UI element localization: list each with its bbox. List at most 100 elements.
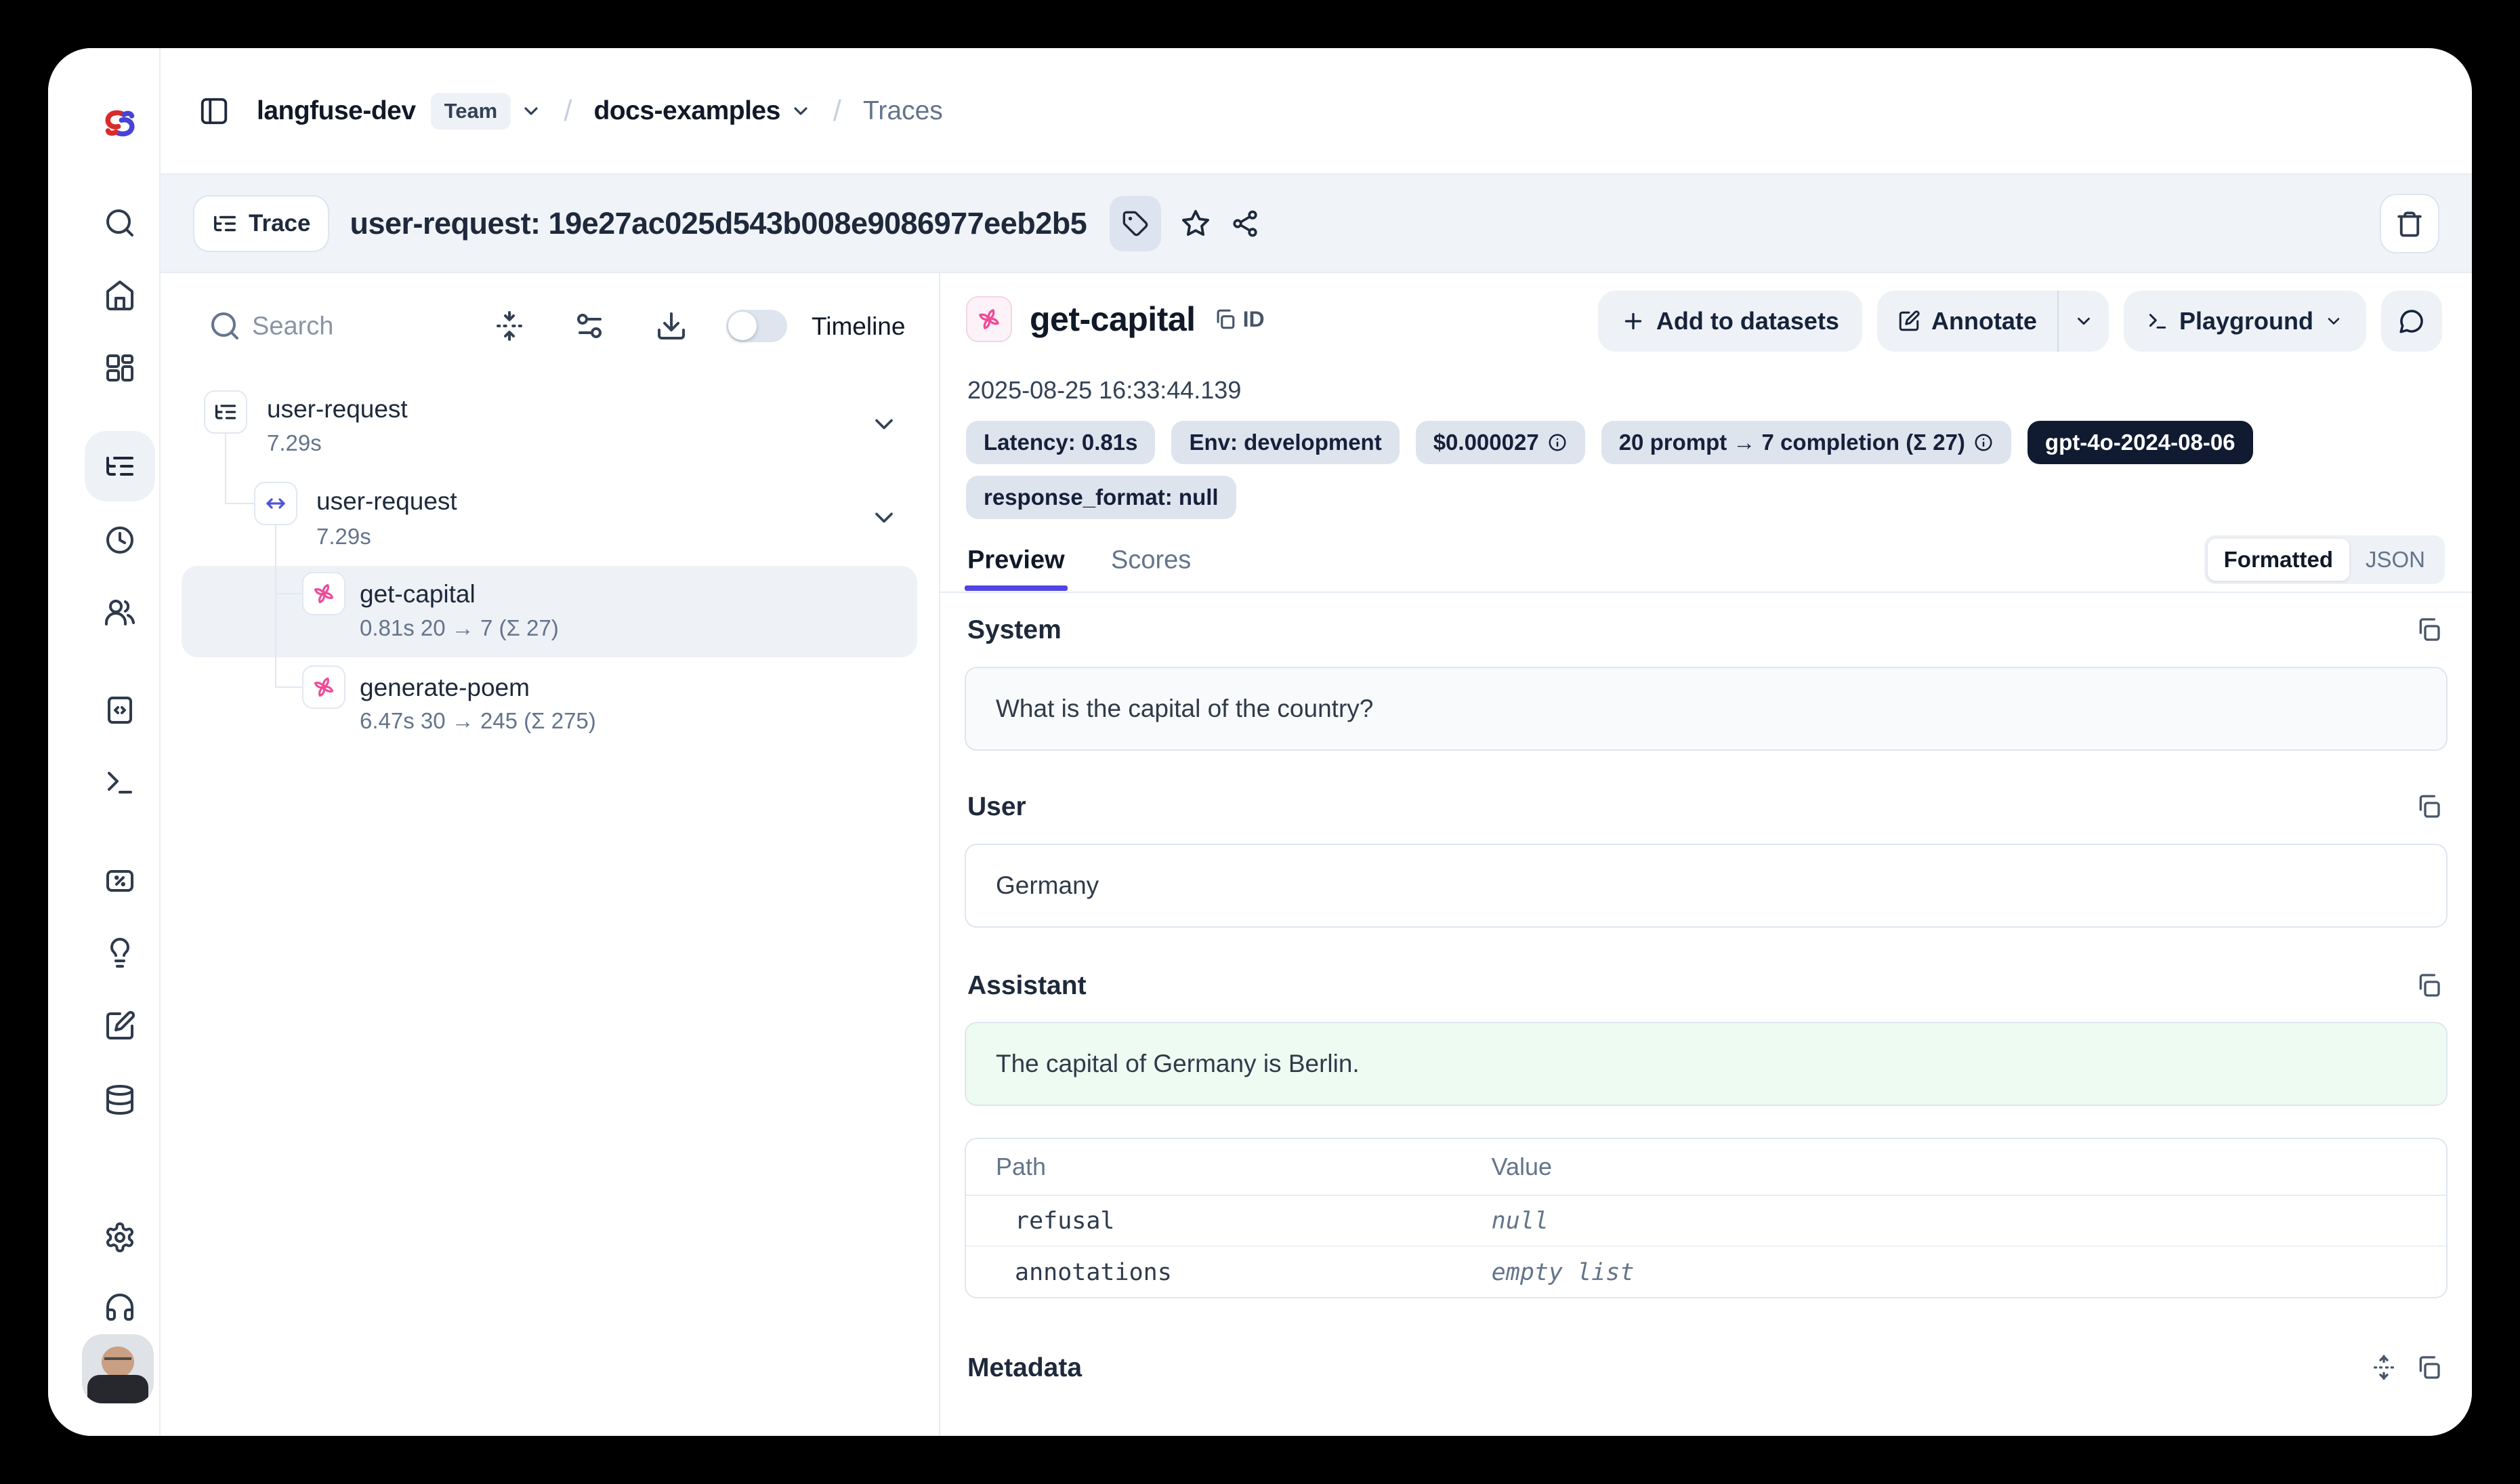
- table-header-path: Path: [966, 1153, 1492, 1181]
- copy-id-button[interactable]: ID: [1213, 307, 1265, 332]
- tree-node-label[interactable]: get-capital: [360, 580, 476, 609]
- trace-node-icon-chip[interactable]: [204, 390, 247, 434]
- observation-title-line: get-capital ID: [966, 296, 1265, 342]
- info-icon: [1547, 432, 1568, 453]
- annotation-square-pen-icon[interactable]: [104, 1010, 136, 1042]
- project-chevron-down-icon[interactable]: [790, 100, 812, 122]
- toggle-knob: [728, 312, 757, 340]
- bookmark-star-button[interactable]: [1180, 208, 1211, 239]
- delete-trace-button[interactable]: [2380, 194, 2439, 253]
- plus-icon: [1621, 309, 1645, 333]
- span-node-icon-chip[interactable]: [254, 482, 297, 525]
- format-json-option[interactable]: JSON: [2349, 539, 2441, 581]
- observation-title: get-capital: [1030, 300, 1196, 339]
- format-toggle: Formatted JSON: [2204, 535, 2445, 584]
- home-icon[interactable]: [104, 279, 136, 312]
- tabs-divider: [940, 592, 2472, 593]
- org-chevron-down-icon[interactable]: [520, 100, 542, 122]
- tree-connector: [275, 686, 302, 688]
- support-headset-icon[interactable]: [104, 1291, 136, 1323]
- download-icon[interactable]: [655, 310, 688, 342]
- trace-tree-icon: [213, 400, 238, 424]
- node-chevron-down-icon[interactable]: [869, 409, 899, 439]
- table-header-value: Value: [1492, 1153, 1552, 1181]
- share-button[interactable]: [1230, 209, 1260, 239]
- copy-assistant-icon[interactable]: [2415, 972, 2442, 999]
- org-plan-badge: Team: [431, 93, 511, 129]
- tag-button[interactable]: [1110, 196, 1161, 251]
- breadcrumb-separator: /: [833, 94, 841, 128]
- copy-system-icon[interactable]: [2415, 616, 2442, 643]
- generation-node-icon-chip[interactable]: [302, 665, 345, 709]
- tree-settings-icon[interactable]: [573, 310, 606, 342]
- org-name[interactable]: langfuse-dev: [257, 96, 416, 126]
- star-icon: [1180, 208, 1211, 239]
- breadcrumb-separator: /: [564, 94, 572, 128]
- tokens-badge[interactable]: 20 prompt → 7 completion (Σ 27): [1601, 421, 2011, 464]
- assistant-message-box: The capital of Germany is Berlin.: [965, 1022, 2448, 1106]
- table-cell-value: null: [1492, 1208, 1549, 1235]
- timeline-label: Timeline: [812, 312, 905, 341]
- assistant-heading: Assistant: [967, 971, 1087, 1001]
- prompts-file-code-icon[interactable]: [104, 694, 136, 726]
- tab-preview[interactable]: Preview: [967, 546, 1065, 575]
- settings-gear-icon[interactable]: [104, 1221, 136, 1254]
- share-icon: [1230, 209, 1260, 239]
- panel-toggle-icon[interactable]: [198, 96, 230, 127]
- assistant-message-text: The capital of Germany is Berlin.: [996, 1050, 1360, 1078]
- system-message-text: What is the capital of the country?: [996, 695, 1373, 723]
- tree-node-label[interactable]: user-request: [316, 487, 457, 516]
- add-to-datasets-button[interactable]: Add to datasets: [1598, 291, 1862, 352]
- sessions-clock-icon[interactable]: [104, 524, 136, 556]
- active-tab-underline: [965, 585, 1068, 591]
- cost-badge[interactable]: $0.000027: [1416, 421, 1585, 464]
- breadcrumb-section[interactable]: Traces: [863, 96, 943, 126]
- copy-icon: [1213, 308, 1236, 331]
- tracing-tree-icon: [104, 450, 136, 482]
- node-chevron-down-icon[interactable]: [869, 503, 899, 533]
- format-formatted-option[interactable]: Formatted: [2208, 539, 2349, 581]
- tree-node-label[interactable]: user-request: [267, 395, 408, 424]
- timeline-toggle[interactable]: [726, 310, 787, 342]
- scores-percent-icon[interactable]: [104, 865, 136, 897]
- dashboard-icon[interactable]: [104, 352, 136, 384]
- trace-tree-icon: [212, 211, 238, 236]
- evals-lightbulb-icon[interactable]: [104, 936, 136, 969]
- table-cell-value: empty list: [1492, 1259, 1635, 1286]
- playground-button[interactable]: Playground: [2124, 291, 2366, 352]
- generation-node-icon-chip[interactable]: [302, 572, 345, 615]
- datasets-database-icon[interactable]: [104, 1084, 136, 1116]
- project-name[interactable]: docs-examples: [593, 96, 780, 126]
- search-nav-icon[interactable]: [104, 207, 136, 239]
- users-icon[interactable]: [104, 596, 136, 628]
- add-to-datasets-label: Add to datasets: [1656, 307, 1839, 335]
- table-row: annotations empty list: [966, 1247, 2446, 1298]
- content-row: Search Timeline user-request: [161, 273, 2472, 1436]
- tree-connector: [275, 525, 276, 688]
- tracing-nav-active[interactable]: [85, 431, 155, 501]
- table-row: refusal null: [966, 1196, 2446, 1247]
- generation-pinwheel-icon: [310, 674, 337, 701]
- main-column: langfuse-dev Team / docs-examples / Trac…: [161, 48, 2472, 1436]
- expand-vertical-icon[interactable]: [2370, 1354, 2397, 1381]
- tab-scores[interactable]: Scores: [1111, 546, 1191, 575]
- comments-button[interactable]: [2381, 291, 2442, 352]
- model-badge[interactable]: gpt-4o-2024-08-06: [2028, 421, 2253, 464]
- info-icon: [1973, 432, 1994, 453]
- tag-icon: [1122, 210, 1149, 237]
- collapse-all-icon[interactable]: [493, 310, 526, 342]
- playground-terminal-icon[interactable]: [104, 766, 136, 799]
- annotate-dropdown-button[interactable]: [2059, 291, 2109, 352]
- copy-user-icon[interactable]: [2415, 793, 2442, 820]
- tree-connector: [225, 434, 226, 504]
- search-input[interactable]: Search: [252, 312, 333, 342]
- annotate-label: Annotate: [1931, 307, 2037, 335]
- copy-metadata-icon[interactable]: [2415, 1354, 2442, 1381]
- trash-icon: [2395, 209, 2424, 238]
- annotate-split-button: Annotate: [1877, 291, 2109, 352]
- user-avatar[interactable]: [82, 1334, 154, 1403]
- tree-node-label[interactable]: generate-poem: [360, 674, 530, 702]
- app-window: langfuse-dev Team / docs-examples / Trac…: [48, 48, 2472, 1436]
- annotate-button[interactable]: Annotate: [1877, 291, 2057, 352]
- desktop: { "theme": { "accent": "#4f46e5", "gener…: [0, 0, 2520, 1484]
